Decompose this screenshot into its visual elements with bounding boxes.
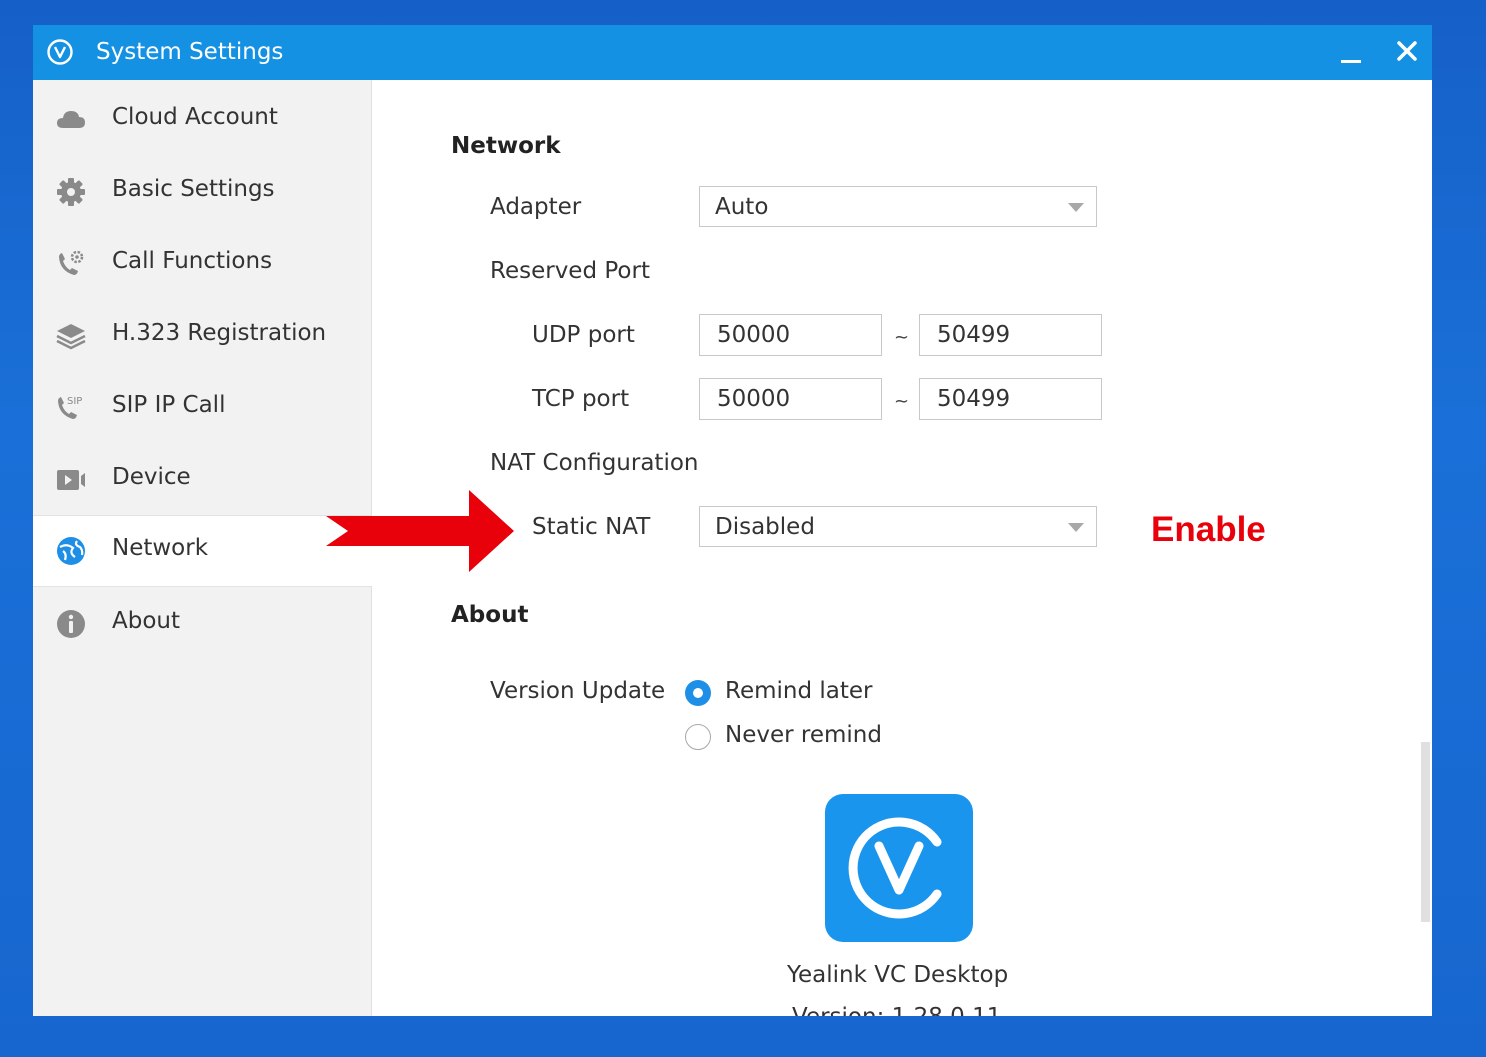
yealink-logo-icon (848, 817, 942, 919)
chevron-down-icon (1068, 203, 1084, 212)
about-section-title: About (451, 602, 529, 628)
app-version: Version: 1.28.0.11 (792, 1004, 1001, 1016)
tcp-port-label: TCP port (532, 386, 630, 412)
remind-later-radio[interactable] (685, 680, 711, 706)
annotation-enable-text: Enable (1151, 510, 1266, 549)
sip-phone-icon: SIP (58, 396, 82, 419)
range-separator: ~ (894, 391, 910, 412)
static-nat-value: Disabled (715, 514, 815, 540)
yealink-logo-icon (47, 39, 73, 65)
reserved-port-label: Reserved Port (490, 258, 650, 284)
tcp-port-to-input[interactable]: 50499 (919, 378, 1102, 420)
phone-gear-icon (59, 250, 84, 275)
network-section-title: Network (451, 133, 561, 159)
minimize-button[interactable] (1333, 33, 1369, 69)
sidebar-item-label: Network (112, 535, 209, 561)
svg-text:SIP: SIP (67, 396, 82, 407)
udp-port-to-value: 50499 (937, 322, 1011, 348)
sidebar-item-h323-registration[interactable]: H.323 Registration (33, 300, 371, 372)
udp-port-from-value: 50000 (717, 322, 791, 348)
sidebar-item-basic-settings[interactable]: Basic Settings (33, 156, 371, 228)
sidebar-item-label: Call Functions (112, 248, 273, 274)
gear-icon (57, 178, 85, 206)
sidebar-item-label: Device (112, 464, 191, 490)
settings-content: Network Adapter Auto Reserved Port UDP p… (372, 80, 1432, 1016)
range-separator: ~ (894, 327, 910, 348)
sidebar-item-about[interactable]: About (33, 588, 371, 660)
nat-configuration-label: NAT Configuration (490, 450, 699, 476)
adapter-value: Auto (715, 194, 769, 220)
remind-later-label[interactable]: Remind later (725, 678, 873, 704)
static-nat-label: Static NAT (532, 514, 651, 540)
tcp-port-to-value: 50499 (937, 386, 1011, 412)
never-remind-label[interactable]: Never remind (725, 722, 882, 748)
scrollbar[interactable] (1421, 742, 1430, 922)
sidebar-item-label: About (112, 608, 181, 634)
app-logo (825, 794, 973, 942)
tcp-port-from-value: 50000 (717, 386, 791, 412)
cloud-icon (57, 111, 85, 128)
tcp-port-from-input[interactable]: 50000 (699, 378, 882, 420)
red-arrow-annotation (326, 490, 514, 572)
never-remind-radio[interactable] (685, 724, 711, 750)
adapter-label: Adapter (490, 194, 582, 220)
layers-icon (56, 324, 86, 350)
sidebar-item-network[interactable]: Network (33, 515, 372, 587)
sidebar-item-cloud-account[interactable]: Cloud Account (33, 84, 371, 156)
sidebar-item-sip-ip-call[interactable]: SIP SIP IP Call (33, 372, 371, 444)
app-name: Yealink VC Desktop (787, 962, 1009, 988)
sidebar-item-label: H.323 Registration (112, 320, 327, 346)
chevron-down-icon (1068, 523, 1084, 532)
static-nat-select[interactable]: Disabled (699, 506, 1097, 547)
device-icon (57, 470, 85, 490)
udp-port-from-input[interactable]: 50000 (699, 314, 882, 356)
info-icon (57, 610, 85, 638)
title-bar: System Settings (33, 25, 1432, 80)
udp-port-label: UDP port (532, 322, 635, 348)
sidebar-item-label: Cloud Account (112, 104, 278, 130)
adapter-select[interactable]: Auto (699, 186, 1097, 227)
sidebar-item-label: Basic Settings (112, 176, 275, 202)
close-icon[interactable] (1389, 33, 1425, 69)
sidebar-item-label: SIP IP Call (112, 392, 226, 418)
globe-icon (57, 537, 85, 565)
sidebar-item-device[interactable]: Device (33, 444, 371, 516)
udp-port-to-input[interactable]: 50499 (919, 314, 1102, 356)
version-update-label: Version Update (490, 678, 666, 704)
sidebar-item-call-functions[interactable]: Call Functions (33, 228, 371, 300)
window-title: System Settings (96, 39, 284, 65)
sidebar: Cloud Account Basic Settings Call Functi… (33, 80, 372, 1016)
